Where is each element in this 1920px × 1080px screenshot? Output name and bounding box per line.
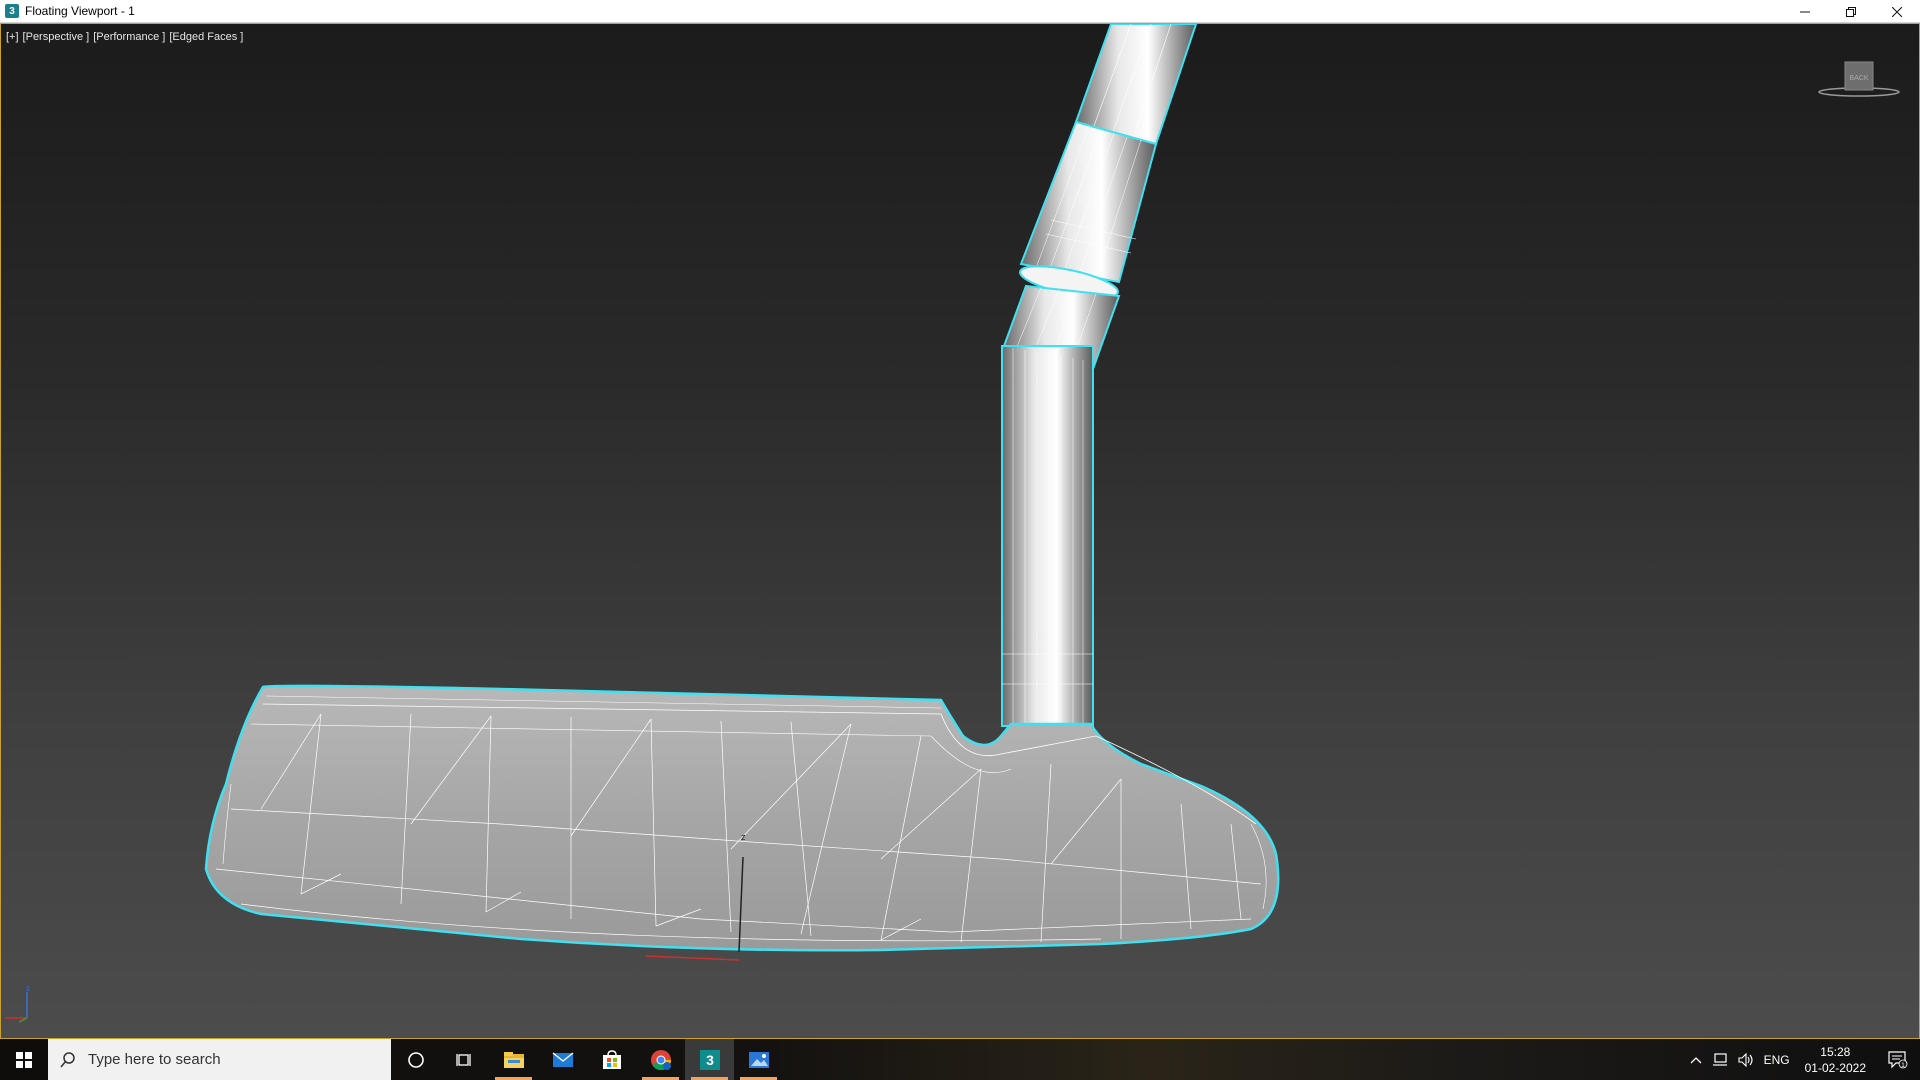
minimize-icon — [1800, 11, 1810, 12]
close-icon — [1892, 6, 1902, 17]
svg-text:3: 3 — [706, 1052, 714, 1068]
window-titlebar: 3 Floating Viewport - 1 — [0, 0, 1920, 23]
taskbar-photos[interactable] — [734, 1039, 783, 1080]
file-explorer-icon — [503, 1051, 524, 1068]
chevron-up-icon — [1690, 1056, 1702, 1063]
putter-head — [204, 684, 1280, 952]
taskbar-file-explorer[interactable] — [489, 1039, 538, 1080]
search-icon — [60, 1051, 75, 1067]
svg-text:z: z — [26, 984, 30, 993]
show-hidden-icons-button[interactable] — [1685, 1039, 1707, 1080]
windows-logo-icon — [16, 1051, 32, 1068]
ferrule — [1019, 120, 1158, 299]
taskbar: Type here to search 3 ENG 15:28 01-02-20… — [0, 1039, 1920, 1080]
3dsmax-icon: 3 — [699, 1049, 720, 1070]
window-title: Floating Viewport - 1 — [25, 4, 135, 18]
volume-icon — [1738, 1052, 1753, 1067]
cortana-button[interactable] — [391, 1039, 440, 1080]
photos-icon — [748, 1051, 769, 1068]
action-center-button[interactable]: 1 — [1876, 1039, 1920, 1080]
svg-text:z: z — [741, 832, 746, 842]
network-icon — [1712, 1052, 1727, 1066]
3dsmax-app-icon: 3 — [5, 4, 19, 18]
viewcube[interactable]: BACK — [1817, 54, 1901, 104]
clock[interactable]: 15:28 01-02-2022 — [1795, 1044, 1876, 1076]
clock-date: 01-02-2022 — [1804, 1060, 1866, 1075]
taskbar-mail[interactable] — [538, 1039, 587, 1080]
viewcube-face-label: BACK — [1849, 75, 1868, 82]
search-placeholder: Type here to search — [88, 1051, 221, 1068]
taskbar-3dsmax[interactable]: 3 — [685, 1039, 734, 1080]
restore-button[interactable] — [1828, 0, 1874, 23]
cortana-icon — [407, 1051, 424, 1068]
close-button[interactable] — [1874, 0, 1920, 23]
putter-model[interactable]: z — [1, 24, 1919, 1038]
store-icon — [602, 1049, 621, 1069]
axis-tripod: z — [5, 984, 30, 1023]
task-view-icon — [455, 1053, 471, 1066]
system-tray: ENG 15:28 01-02-2022 1 — [1685, 1039, 1920, 1080]
volume-button[interactable] — [1733, 1039, 1759, 1080]
taskbar-store[interactable] — [587, 1039, 636, 1080]
task-view-button[interactable] — [440, 1039, 489, 1080]
clock-time: 15:28 — [1820, 1044, 1851, 1059]
taskbar-chrome[interactable] — [636, 1039, 685, 1080]
floating-viewport[interactable]: [+] [Perspective ] [Performance ] [Edged… — [0, 23, 1920, 1039]
hosel — [1001, 345, 1094, 727]
notification-icon: 1 — [1888, 1050, 1908, 1069]
start-button[interactable] — [0, 1039, 48, 1080]
network-button[interactable] — [1707, 1039, 1733, 1080]
mail-icon — [552, 1051, 573, 1067]
minimize-button[interactable] — [1782, 0, 1828, 23]
input-language-indicator[interactable]: ENG — [1759, 1039, 1795, 1080]
window-controls — [1782, 0, 1920, 23]
chrome-icon — [650, 1049, 671, 1070]
restore-icon — [1846, 6, 1856, 17]
taskbar-search[interactable]: Type here to search — [48, 1039, 391, 1080]
